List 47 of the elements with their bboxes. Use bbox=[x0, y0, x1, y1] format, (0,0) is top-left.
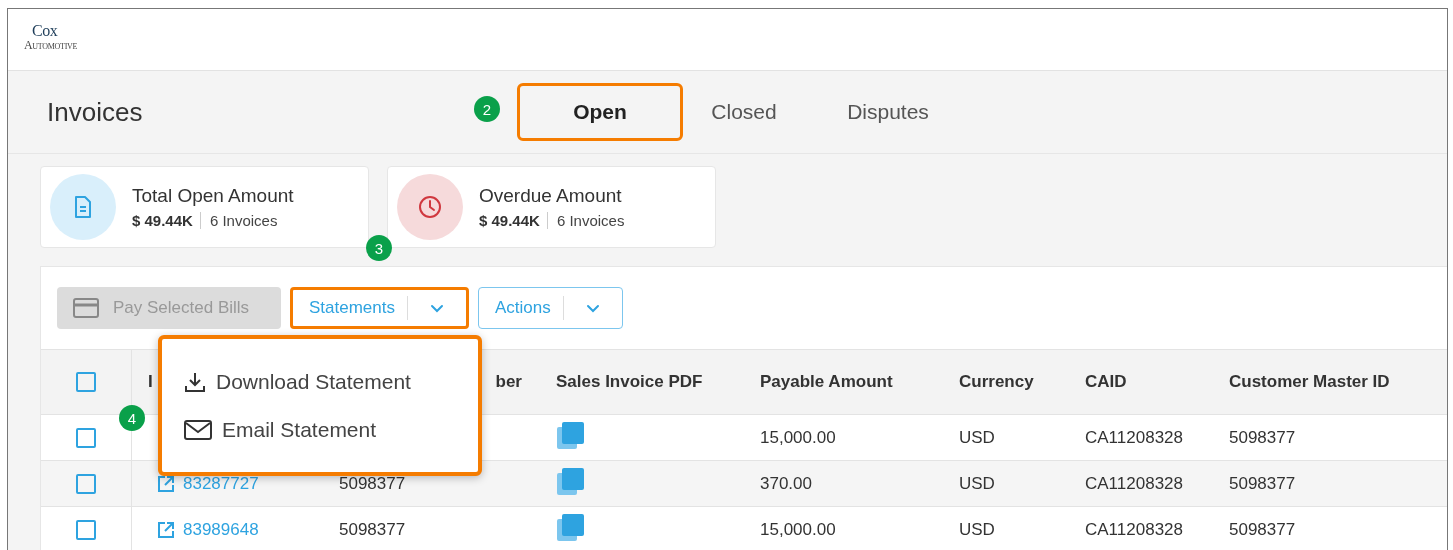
table-cell-text: USD bbox=[958, 519, 996, 540]
table-cell-text: CA11208328 bbox=[1084, 427, 1184, 448]
table-cell-text: 5098377 bbox=[1228, 473, 1297, 494]
mail-icon bbox=[184, 417, 212, 442]
table-cell-text: 370.00 bbox=[759, 473, 813, 494]
column-header: Currency bbox=[959, 372, 1034, 391]
checkbox[interactable] bbox=[76, 519, 96, 540]
caret-icon bbox=[585, 303, 600, 313]
page-title: Invoices bbox=[47, 96, 143, 127]
invoice-count: 6 Invoices bbox=[208, 212, 278, 229]
table-cell-text: USD bbox=[958, 427, 996, 448]
table-cell-text: 5098377 bbox=[338, 473, 407, 494]
table-cell-text: CA11208328 bbox=[1084, 519, 1184, 540]
amount-value: $ 49.44K bbox=[479, 212, 548, 229]
checkbox[interactable] bbox=[76, 427, 96, 448]
menu-item[interactable]: Email Statement bbox=[184, 415, 478, 444]
column-header: CAID bbox=[1085, 372, 1127, 391]
table-cell-text: 15,000.00 bbox=[759, 427, 837, 448]
table-cell-text: 5098377 bbox=[1228, 519, 1297, 540]
column-header: Sales Invoice PDF bbox=[556, 372, 703, 391]
menu-item[interactable]: Download Statement bbox=[184, 367, 478, 396]
card-icon bbox=[73, 298, 99, 318]
checkbox[interactable] bbox=[76, 372, 96, 392]
step-badge: 4 bbox=[119, 405, 145, 431]
table-cell-text: 5098377 bbox=[1228, 427, 1297, 448]
logo-text: Automotive bbox=[24, 38, 78, 51]
column-header: I bbox=[148, 372, 153, 391]
amount-value: $ 49.44K bbox=[132, 212, 201, 229]
column-header: Customer Master ID bbox=[1229, 372, 1390, 391]
external-link-icon bbox=[157, 474, 175, 493]
column-header: ber bbox=[495, 372, 522, 391]
step-badge: 2 bbox=[474, 96, 500, 122]
download-icon bbox=[184, 370, 206, 393]
logo-text: Cox bbox=[32, 22, 59, 39]
step-badge: 3 bbox=[366, 235, 392, 261]
tab[interactable]: Open bbox=[517, 83, 683, 141]
caret-icon bbox=[430, 303, 444, 313]
table-cell-text: USD bbox=[958, 473, 996, 494]
card-title: Overdue Amount bbox=[479, 185, 623, 207]
column-header: Payable Amount bbox=[760, 372, 893, 391]
invoice-count: 6 Invoices bbox=[555, 212, 625, 229]
table-cell-text: CA11208328 bbox=[1084, 473, 1184, 494]
card-title: Total Open Amount bbox=[132, 185, 294, 207]
checkbox[interactable] bbox=[76, 473, 96, 494]
table-cell-text: 5098377 bbox=[338, 519, 407, 540]
external-link-icon bbox=[157, 520, 175, 539]
table-cell-text: 15,000.00 bbox=[759, 519, 837, 540]
